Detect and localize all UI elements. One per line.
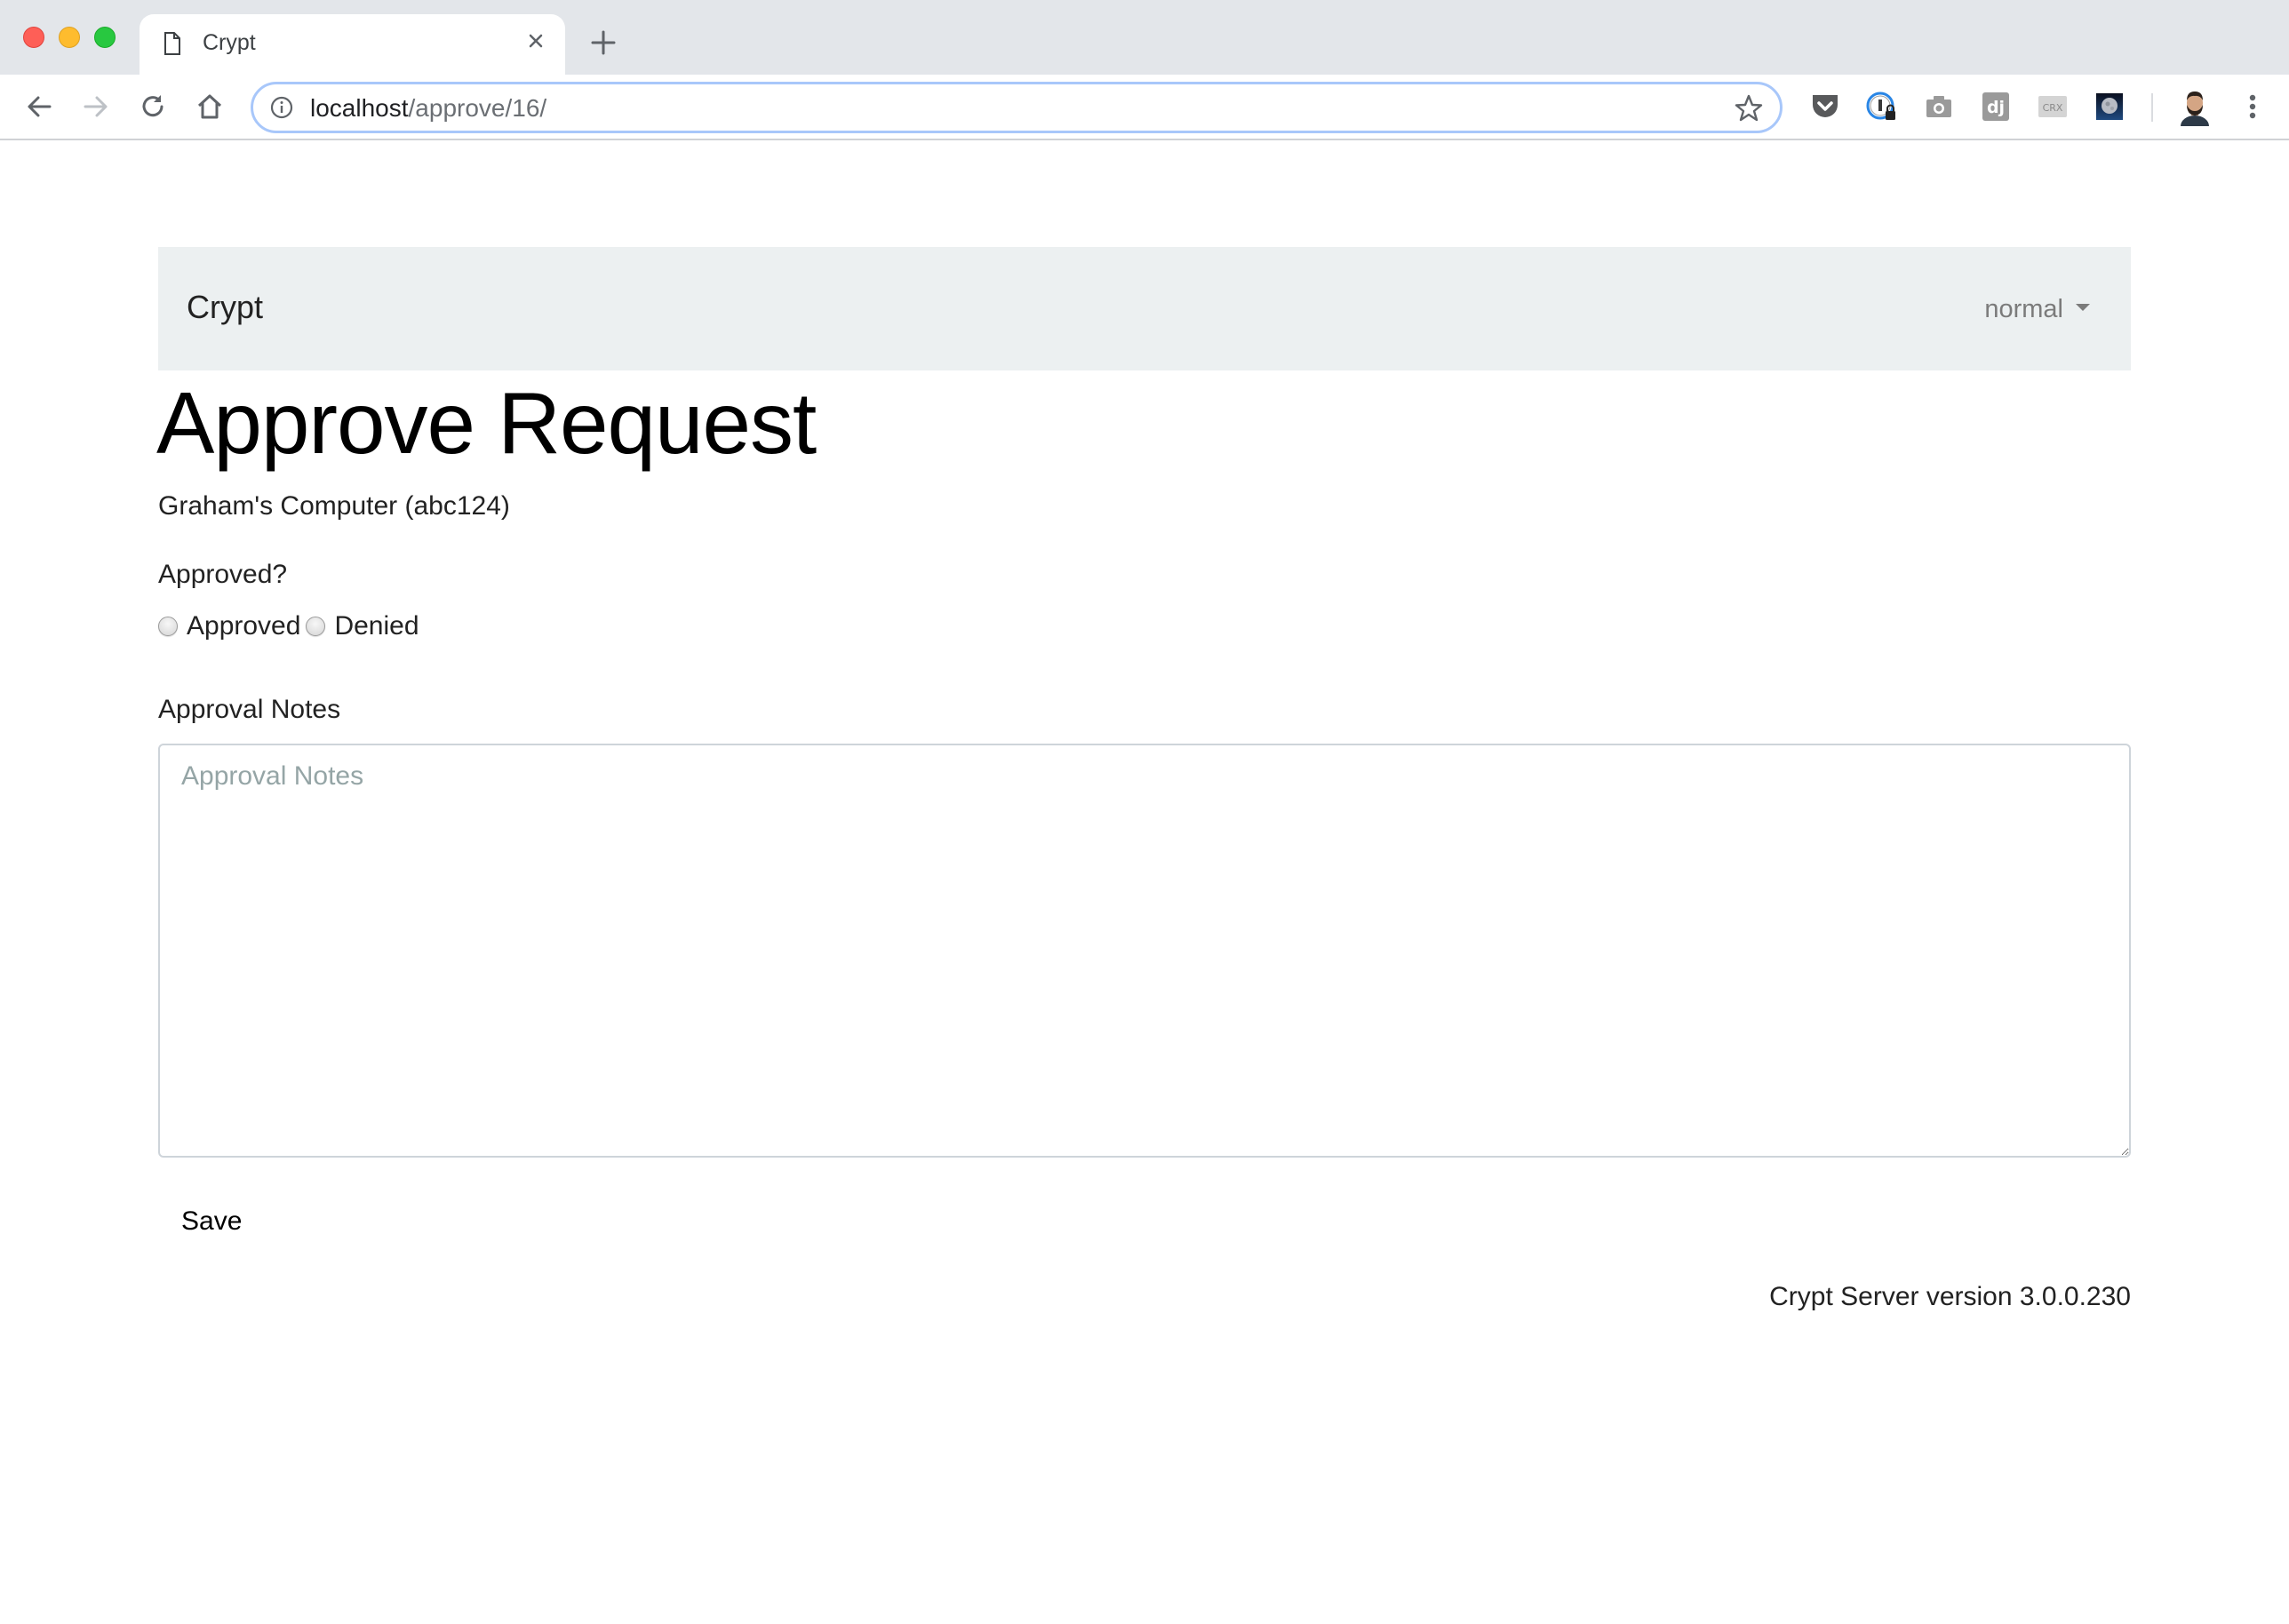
svg-text:dj: dj <box>1987 98 2005 117</box>
approved-radio[interactable] <box>158 617 178 636</box>
close-icon[interactable] <box>522 27 550 55</box>
camera-icon[interactable] <box>1922 90 1956 123</box>
avatar[interactable] <box>2175 87 2214 126</box>
tab-title: Crypt <box>203 30 256 56</box>
bookmark-star-icon[interactable] <box>1734 93 1764 123</box>
server-version: Crypt Server version 3.0.0.230 <box>1769 1282 2131 1312</box>
navbar: Crypt normal <box>158 247 2131 370</box>
browser-tab[interactable]: Crypt <box>140 14 565 75</box>
browser-toolbar: localhost/approve/16/ dj CRX <box>0 75 2289 140</box>
pocket-icon[interactable] <box>1808 90 1842 123</box>
approval-radio-group: Approved Denied <box>158 611 425 641</box>
1password-icon[interactable] <box>1865 90 1899 123</box>
address-bar[interactable]: localhost/approve/16/ <box>251 82 1783 133</box>
url-text[interactable]: localhost/approve/16/ <box>310 94 546 123</box>
approval-notes-label: Approval Notes <box>158 695 340 725</box>
approval-notes-textarea[interactable] <box>158 744 2131 1158</box>
denied-radio[interactable] <box>306 617 325 636</box>
reload-icon[interactable] <box>137 91 169 123</box>
crx-icon[interactable]: CRX <box>2036 90 2070 123</box>
forward-icon[interactable] <box>80 91 112 123</box>
denied-radio-label[interactable]: Denied <box>334 611 419 641</box>
moon-icon[interactable] <box>2093 90 2126 123</box>
caret-down-icon <box>2076 304 2090 311</box>
computer-name: Graham's Computer (abc124) <box>158 491 510 521</box>
approved-radio-label[interactable]: Approved <box>187 611 300 641</box>
approved-label: Approved? <box>158 560 287 590</box>
toolbar-separator <box>2151 93 2153 122</box>
url-path: /approve/16/ <box>409 94 547 122</box>
svg-text:CRX: CRX <box>2043 102 2063 114</box>
more-vert-icon[interactable] <box>2236 90 2269 123</box>
maximize-window-button[interactable] <box>94 27 116 48</box>
page-icon <box>164 32 181 55</box>
minimize-window-button[interactable] <box>59 27 80 48</box>
page-title: Approve Request <box>156 373 816 474</box>
url-host: localhost <box>310 94 409 122</box>
back-icon[interactable] <box>23 91 55 123</box>
django-icon[interactable]: dj <box>1979 90 2013 123</box>
browser-tab-bar: Crypt <box>0 0 2289 75</box>
close-window-button[interactable] <box>23 27 44 48</box>
plus-icon[interactable] <box>590 29 617 56</box>
save-button[interactable]: Save <box>158 1198 265 1246</box>
user-menu-dropdown[interactable]: normal <box>1984 295 2090 324</box>
user-menu-label: normal <box>1984 295 2063 323</box>
brand-link[interactable]: Crypt <box>187 289 263 326</box>
info-icon[interactable] <box>269 95 294 120</box>
home-icon[interactable] <box>194 91 226 123</box>
